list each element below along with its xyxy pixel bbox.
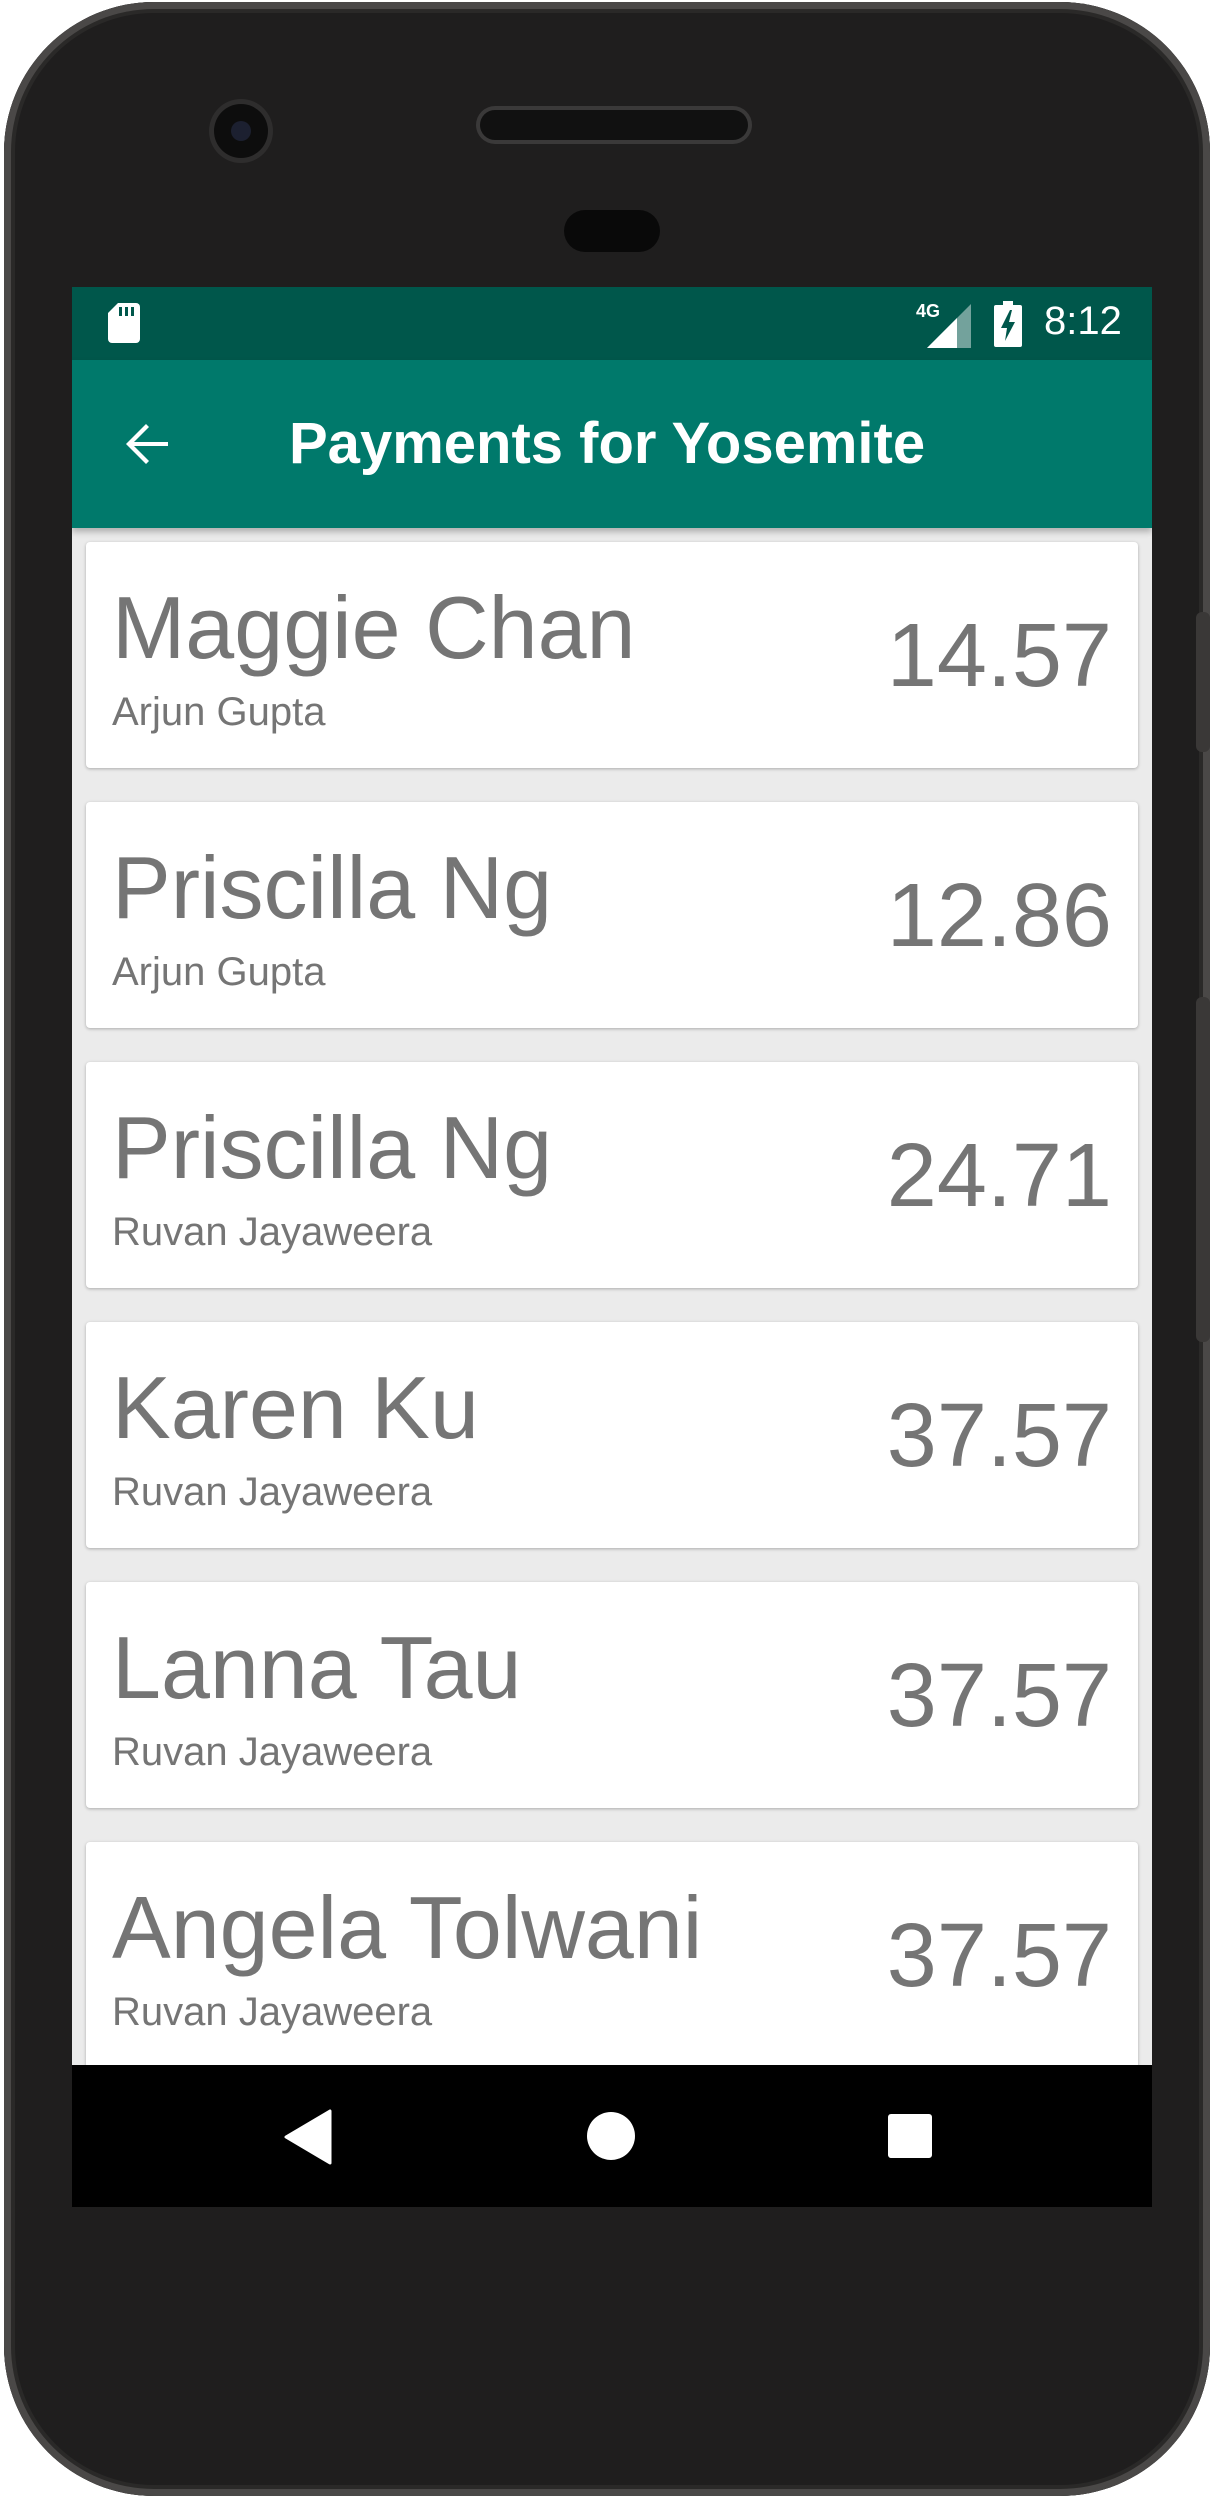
payment-card[interactable]: Priscilla Ng Arjun Gupta 12.86 [86,802,1138,1028]
sd-card-icon [108,303,140,343]
payment-amount: 12.86 [886,866,1112,966]
payments-list[interactable]: Maggie Chan Arjun Gupta 14.57 Priscilla … [72,528,1152,2065]
app-bar: Payments for Yosemite [72,360,1152,528]
payment-payer: Ruvan Jayaweera [112,1990,433,2034]
proximity-sensor [564,210,660,252]
circle-home-icon[interactable] [586,2111,636,2161]
payment-payer: Ruvan Jayaweera [112,1730,433,1774]
payment-amount: 37.57 [886,1906,1112,2006]
payment-payer: Arjun Gupta [112,690,326,734]
triangle-back-icon[interactable] [282,2109,334,2165]
payment-amount: 37.57 [886,1386,1112,1486]
payment-card[interactable]: Lanna Tau Ruvan Jayaweera 37.57 [86,1582,1138,1808]
battery-charging-icon [994,301,1022,347]
payment-amount: 24.71 [886,1126,1112,1226]
payment-recipient: Priscilla Ng [112,1098,553,1197]
system-nav-bar [72,2065,1152,2207]
cell-signal-icon [927,304,971,348]
payment-card[interactable]: Priscilla Ng Ruvan Jayaweera 24.71 [86,1062,1138,1288]
payment-amount: 14.57 [886,606,1112,706]
payment-recipient: Lanna Tau [112,1618,522,1717]
payment-card[interactable]: Karen Ku Ruvan Jayaweera 37.57 [86,1322,1138,1548]
payment-recipient: Maggie Chan [112,578,636,677]
payment-payer: Arjun Gupta [112,950,326,994]
payment-recipient: Angela Tolwani [112,1878,703,1977]
payment-card[interactable]: Angela Tolwani Ruvan Jayaweera 37.57 [86,1842,1138,2065]
power-button [1196,612,1210,752]
phone-frame: 4G 8:12 Payments for Yosemite Maggie Cha… [4,2,1210,2496]
payment-card[interactable]: Maggie Chan Arjun Gupta 14.57 [86,542,1138,768]
payment-amount: 37.57 [886,1646,1112,1746]
payment-recipient: Priscilla Ng [112,838,553,937]
volume-button [1196,997,1210,1342]
payment-recipient: Karen Ku [112,1358,479,1457]
earpiece-speaker [480,110,748,140]
payment-payer: Ruvan Jayaweera [112,1210,433,1254]
payment-payer: Ruvan Jayaweera [112,1470,433,1514]
front-camera [214,104,268,158]
status-bar: 4G 8:12 [72,287,1152,360]
status-clock: 8:12 [1044,299,1122,343]
screen: 4G 8:12 Payments for Yosemite Maggie Cha… [72,287,1152,2207]
arrow-back-icon[interactable] [116,412,180,476]
square-recents-icon[interactable] [887,2113,933,2159]
page-title: Payments for Yosemite [289,411,926,476]
